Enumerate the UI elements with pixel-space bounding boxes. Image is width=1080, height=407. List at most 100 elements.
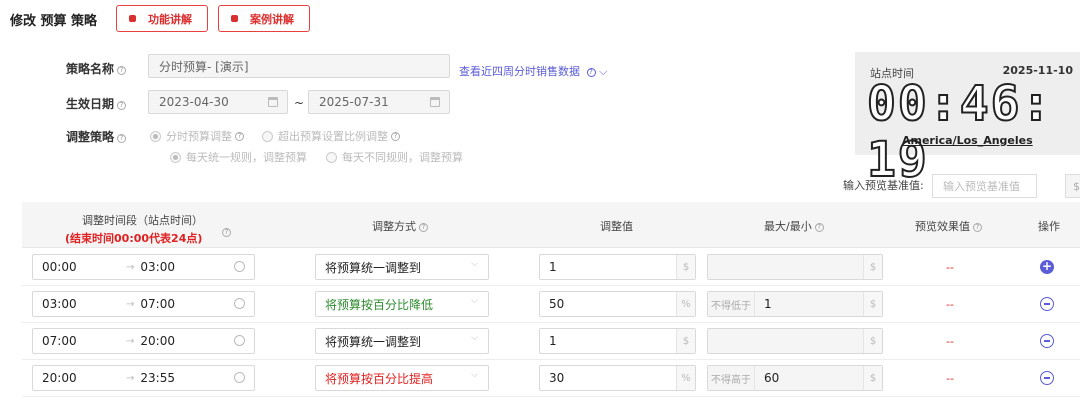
start-date-value: 2023-04-30: [159, 95, 229, 109]
start-time: 00:00: [42, 260, 77, 274]
end-time: 03:00: [140, 260, 175, 274]
preview-unit: $: [1065, 174, 1080, 198]
limit-unit: $: [863, 329, 882, 353]
th-preview: 预览效果值?: [915, 218, 982, 234]
date-separator: ~: [294, 96, 305, 110]
end-time: 23:55: [140, 371, 175, 385]
arrow-right-icon: →: [126, 335, 135, 347]
time-range-picker[interactable]: 20:00 → 23:55: [32, 365, 255, 391]
radio-daily-different[interactable]: 每天不同规则，调整预算: [326, 149, 463, 165]
limit-input[interactable]: $: [707, 328, 883, 354]
table-row: 20:00 → 23:55 将预算按百分比提高 ⌵ 30 % 不得高于 60 $ …: [22, 360, 1080, 397]
method-select[interactable]: 将预算统一调整到 ⌵: [315, 254, 489, 280]
method-value: 将预算按百分比降低: [325, 297, 434, 312]
start-time: 03:00: [42, 297, 77, 311]
help-icon: ?: [117, 134, 126, 143]
adjust-value-input[interactable]: 1 $: [539, 328, 696, 354]
arrow-right-icon: →: [126, 372, 135, 384]
adjust-value: 1: [549, 334, 557, 348]
help-icon: ?: [419, 223, 428, 232]
limit-input[interactable]: 不得低于 1 $: [707, 291, 883, 317]
start-time: 07:00: [42, 334, 77, 348]
time-range-picker[interactable]: 03:00 → 07:00: [32, 291, 255, 317]
case-explain-button[interactable]: 案例讲解: [218, 5, 310, 32]
time-range-picker[interactable]: 00:00 → 03:00: [32, 254, 255, 280]
radio-icon: [326, 151, 337, 163]
value-unit: $: [676, 329, 695, 353]
method-select[interactable]: 将预算按百分比提高 ⌵: [315, 365, 489, 391]
start-date-field[interactable]: 2023-04-30: [148, 90, 288, 114]
table-header: 调整时间段（站点时间） (结束时间00:00代表24点) ? 调整方式? 调整值…: [22, 202, 1080, 248]
remove-row-icon[interactable]: [1040, 371, 1054, 385]
value-unit: %: [676, 366, 695, 390]
th-method: 调整方式?: [372, 218, 428, 234]
method-select[interactable]: 将预算统一调整到 ⌵: [315, 328, 489, 354]
adjust-value: 1: [549, 260, 557, 274]
limit-input[interactable]: 不得高于 60 $: [707, 365, 883, 391]
limit-input[interactable]: $: [707, 254, 883, 280]
adjust-value: 30: [549, 371, 565, 385]
limit-unit: $: [863, 255, 882, 279]
help-icon: ?: [222, 228, 231, 237]
method-select[interactable]: 将预算按百分比降低 ⌵: [315, 291, 489, 317]
end-time: 07:00: [140, 297, 175, 311]
case-explain-label: 案例讲解: [250, 12, 294, 26]
preview-value: --: [946, 335, 954, 348]
adjust-value-input[interactable]: 30 %: [539, 365, 696, 391]
strategy-name-label: 策略名称?: [56, 60, 126, 77]
limit-prefix: 不得低于: [708, 292, 755, 316]
adjust-value-input[interactable]: 50 %: [539, 291, 696, 317]
th-value: 调整值: [600, 220, 633, 233]
method-value: 将预算统一调整到: [325, 260, 422, 275]
page-title: 修改 预算 策略: [10, 14, 98, 29]
end-date-value: 2025-07-31: [319, 95, 389, 109]
preview-base-input[interactable]: 输入预览基准值: [932, 174, 1037, 198]
th-period-note: (结束时间00:00代表24点): [65, 232, 203, 245]
help-icon: ?: [586, 68, 596, 77]
strategy-name-field[interactable]: 分时预算- [演示]: [148, 54, 450, 78]
radio-icon: [262, 130, 273, 142]
help-icon: ?: [391, 131, 400, 141]
video-icon: [231, 15, 238, 22]
radio-ratio-budget[interactable]: 超出预算设置比例调整?: [262, 128, 400, 144]
radio-daily-same[interactable]: 每天统一规则，调整预算: [170, 149, 307, 165]
adjust-strategy-label: 调整策略?: [56, 128, 126, 145]
calendar-icon: [430, 97, 440, 107]
th-action: 操作: [1038, 220, 1060, 233]
limit-value: 60: [764, 371, 780, 385]
site-time: 00:46: 19: [866, 75, 1053, 189]
clock-icon: [234, 335, 245, 346]
method-value: 将预算按百分比提高: [325, 371, 434, 386]
feature-explain-button[interactable]: 功能讲解: [116, 5, 208, 32]
help-icon: ?: [814, 223, 824, 232]
help-icon: ?: [973, 223, 982, 232]
radio-time-budget[interactable]: 分时预算调整?: [150, 128, 244, 144]
adjust-value-input[interactable]: 1 $: [539, 254, 696, 280]
sales-data-link[interactable]: 查看近四周分时销售数据 ? ⌵: [459, 63, 607, 79]
limit-value: 1: [764, 297, 772, 311]
limit-unit: $: [863, 366, 882, 390]
site-timezone: America/Los_Angeles: [902, 134, 1033, 147]
clock-icon: [234, 261, 245, 272]
remove-row-icon[interactable]: [1040, 297, 1054, 311]
end-date-field[interactable]: 2025-07-31: [308, 90, 450, 114]
table-row: 03:00 → 07:00 将预算按百分比降低 ⌵ 50 % 不得低于 1 $ -…: [22, 286, 1080, 323]
table-row: 00:00 → 03:00 将预算统一调整到 ⌵ 1 $ $ -- +: [22, 249, 1080, 286]
value-unit: $: [676, 255, 695, 279]
effective-date-label: 生效日期?: [56, 95, 126, 112]
limit-unit: $: [863, 292, 882, 316]
radio-icon: [170, 151, 181, 163]
clock-icon: [234, 372, 245, 383]
chevron-down-icon: ⌵: [471, 333, 478, 343]
start-time: 20:00: [42, 371, 77, 385]
calendar-icon: [268, 97, 278, 107]
preview-value: --: [946, 298, 954, 311]
remove-row-icon[interactable]: [1040, 334, 1054, 348]
chevron-down-icon: ⌵: [471, 370, 478, 380]
th-maxmin: 最大/最小?: [764, 218, 824, 234]
site-clock: 站点时间 2025-11-10 00:46: 19 America/Los_An…: [855, 52, 1080, 189]
add-row-icon[interactable]: +: [1040, 260, 1054, 274]
arrow-right-icon: →: [126, 298, 135, 310]
time-range-picker[interactable]: 07:00 → 20:00: [32, 328, 255, 354]
chevron-down-icon: ⌵: [471, 259, 478, 269]
